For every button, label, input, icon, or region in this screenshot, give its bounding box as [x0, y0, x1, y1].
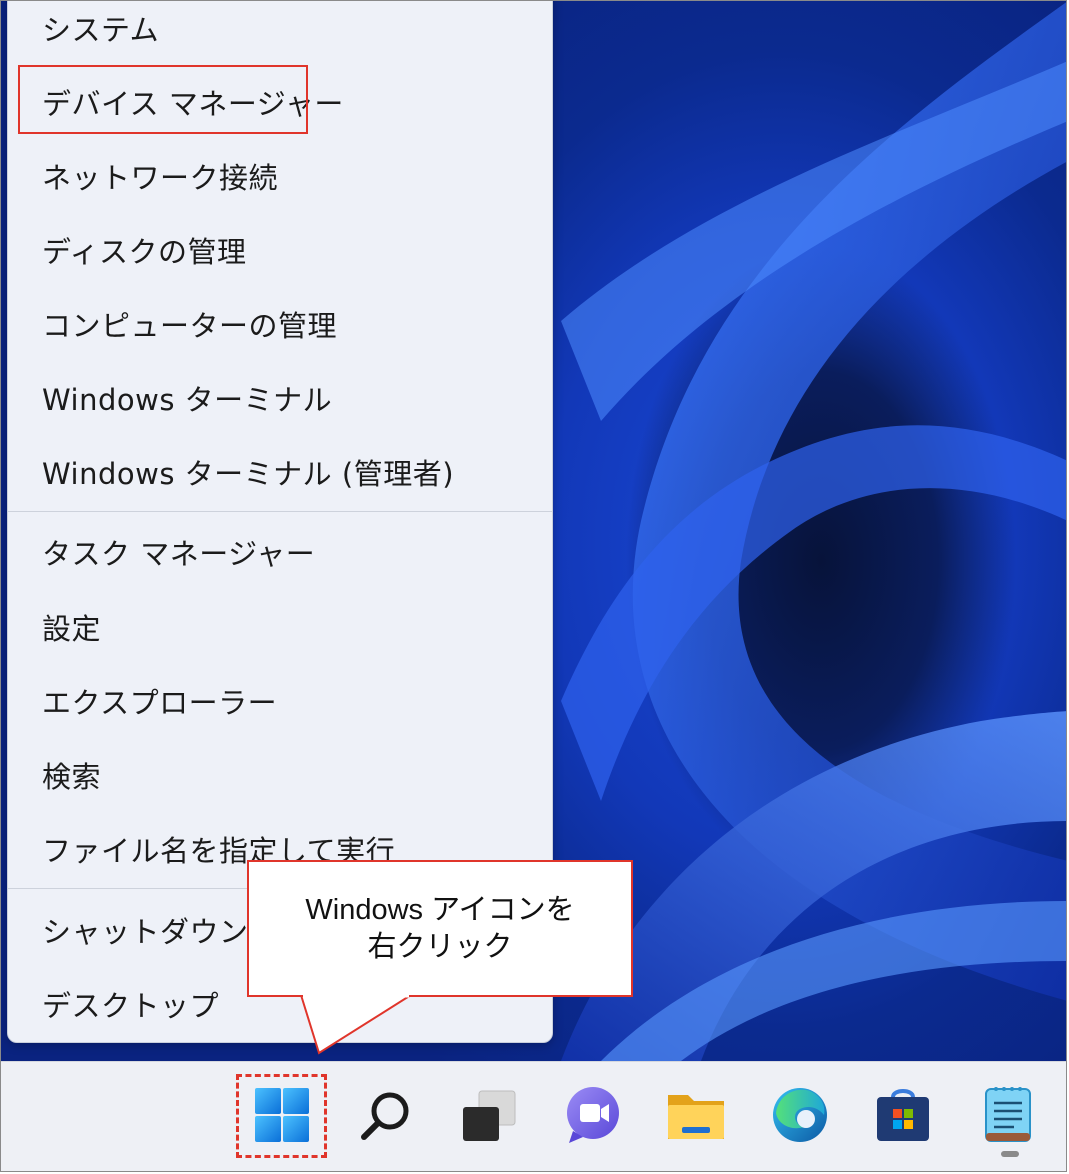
search-icon[interactable]	[354, 1083, 418, 1147]
menu-item-label: デスクトップ	[42, 989, 220, 1023]
edge-icon[interactable]	[768, 1083, 832, 1147]
menu-item-label: ネットワーク接続	[42, 161, 279, 195]
menu-item-label: 設定	[42, 612, 102, 646]
menu-item-label: Windows ターミナル (管理者)	[42, 457, 455, 491]
store-icon[interactable]	[871, 1083, 935, 1147]
menu-separator	[8, 511, 552, 512]
callout-line-1: Windows アイコンを	[305, 893, 575, 926]
menu-item-system[interactable]: システム	[8, 1, 552, 60]
menu-item-disk-management[interactable]: ディスクの管理	[8, 218, 552, 282]
chat-icon[interactable]	[561, 1083, 625, 1147]
file-explorer-icon[interactable]	[664, 1083, 728, 1147]
menu-item-settings[interactable]: 設定	[8, 595, 552, 659]
menu-item-label: エクスプローラー	[42, 686, 278, 720]
notepad-icon[interactable]	[976, 1083, 1040, 1147]
menu-item-search[interactable]: 検索	[8, 743, 552, 807]
menu-item-label: 検索	[42, 760, 102, 794]
menu-item-windows-terminal-admin[interactable]: Windows ターミナル (管理者)	[8, 440, 552, 504]
menu-item-network-connections[interactable]: ネットワーク接続	[8, 144, 552, 208]
running-indicator	[1001, 1151, 1019, 1157]
start-button-highlight	[236, 1074, 327, 1158]
menu-item-task-manager[interactable]: タスク マネージャー	[8, 520, 552, 584]
menu-item-explorer[interactable]: エクスプローラー	[8, 669, 552, 733]
menu-item-windows-terminal[interactable]: Windows ターミナル	[8, 366, 552, 430]
menu-item-computer-management[interactable]: コンピューターの管理	[8, 292, 552, 356]
menu-item-label: Windows ターミナル	[42, 383, 333, 417]
device-manager-highlight	[18, 65, 308, 134]
menu-item-label: システム	[42, 13, 160, 47]
annotation-callout: Windows アイコンを 右クリック	[247, 860, 633, 997]
menu-item-label: タスク マネージャー	[42, 537, 316, 571]
menu-item-label: ディスクの管理	[42, 235, 247, 269]
menu-item-label: コンピューターの管理	[42, 309, 338, 343]
callout-line-2: 右クリック	[367, 930, 513, 963]
task-view-icon[interactable]	[457, 1083, 521, 1147]
screenshot-frame: システム デバイス マネージャー ネットワーク接続 ディスクの管理 コンピュータ…	[0, 0, 1067, 1172]
